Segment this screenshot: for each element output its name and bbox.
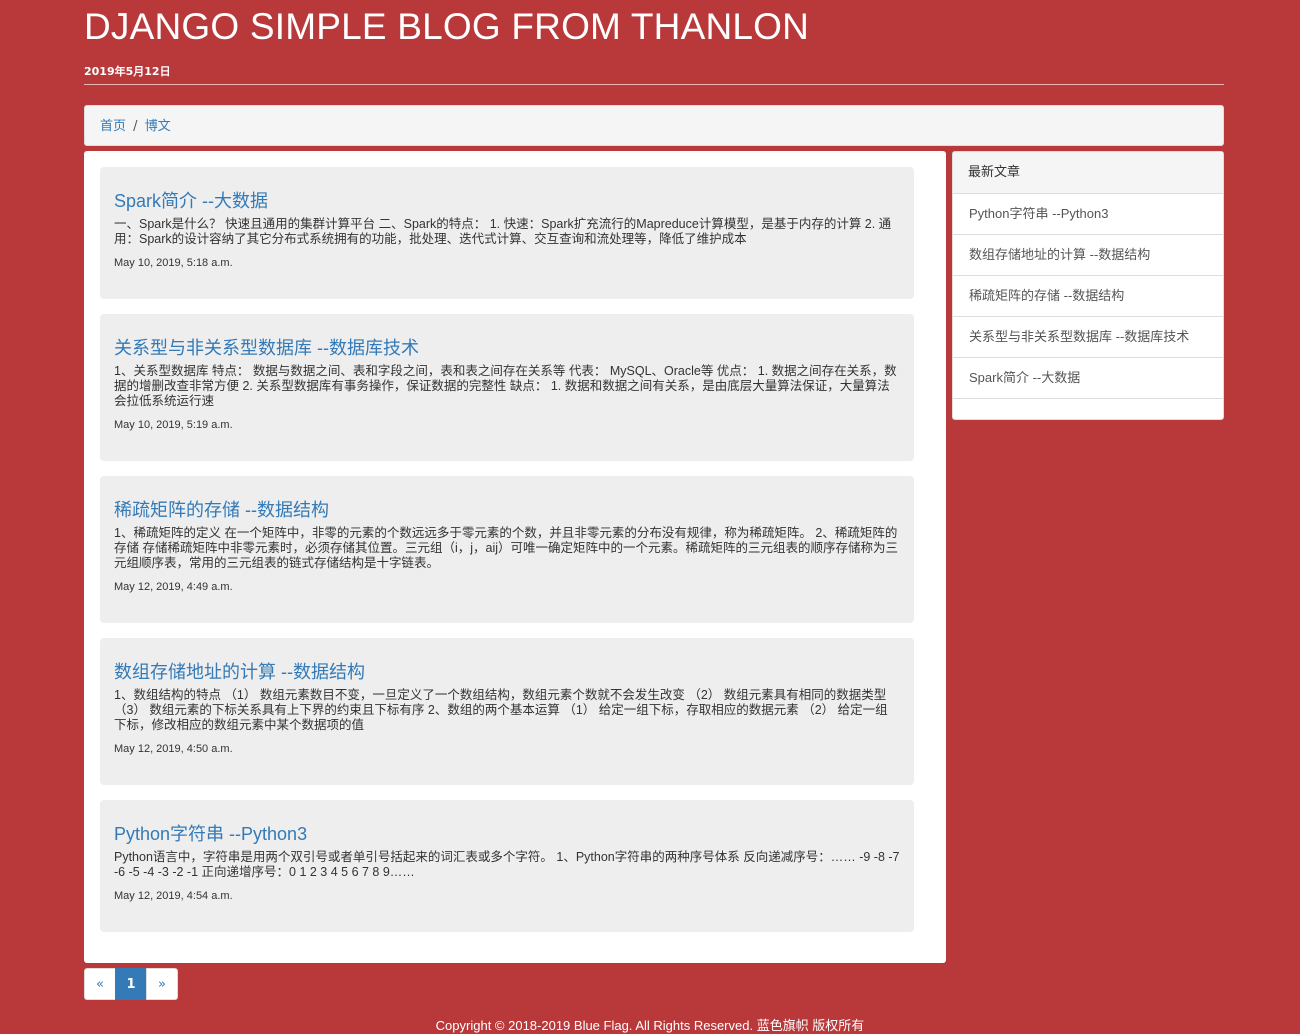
post-excerpt: 1、稀疏矩阵的定义 在一个矩阵中，非零的元素的个数远远多于零元素的个数，并且非零… (114, 526, 899, 570)
recent-posts-sidebar: 最新文章 Python字符串 --Python3 数组存储地址的计算 --数据结… (952, 151, 1224, 420)
post-excerpt: 一、Spark是什么？ 快速且通用的集群计算平台 二、Spark的特点： 1. … (114, 217, 892, 246)
post-card: 稀疏矩阵的存储 --数据结构 1、稀疏矩阵的定义 在一个矩阵中，非零的元素的个数… (100, 476, 914, 623)
sidebar-item[interactable]: 关系型与非关系型数据库 --数据库技术 (953, 317, 1223, 358)
header-divider (84, 84, 1224, 85)
post-date: May 12, 2019, 4:49 a.m. (114, 581, 233, 593)
pagination-prev-button[interactable]: « (84, 968, 116, 1000)
sidebar-item[interactable]: Spark简介 --大数据 (953, 358, 1223, 399)
post-title-link[interactable]: Spark简介 --大数据 (114, 189, 900, 213)
post-card: Python字符串 --Python3 Python语言中，字符串是用两个双引号… (100, 800, 914, 932)
post-date: May 12, 2019, 4:54 a.m. (114, 890, 233, 902)
post-date: May 10, 2019, 5:18 a.m. (114, 257, 233, 269)
post-excerpt: 1、数组结构的特点 （1） 数组元素数目不变，一旦定义了一个数组结构，数组元素个… (114, 688, 888, 732)
sidebar-item[interactable]: 稀疏矩阵的存储 --数据结构 (953, 276, 1223, 317)
pagination: « 1 » (84, 968, 178, 1001)
recent-posts-list: Python字符串 --Python3 数组存储地址的计算 --数据结构 稀疏矩… (953, 194, 1223, 399)
sidebar-item[interactable]: 数组存储地址的计算 --数据结构 (953, 235, 1223, 276)
post-date: May 10, 2019, 5:19 a.m. (114, 419, 233, 431)
post-list-panel: Spark简介 --大数据 一、Spark是什么？ 快速且通用的集群计算平台 二… (84, 151, 946, 963)
sidebar-item[interactable]: Python字符串 --Python3 (953, 194, 1223, 235)
breadcrumb: 首页 / 博文 (84, 105, 1224, 146)
site-footer: Copyright © 2018-2019 Blue Flag. All Rig… (435, 1018, 865, 1033)
site-date: 2019年5月12日 (84, 65, 171, 78)
post-card: Spark简介 --大数据 一、Spark是什么？ 快速且通用的集群计算平台 二… (100, 167, 914, 299)
post-date: May 12, 2019, 4:50 a.m. (114, 743, 233, 755)
pagination-page-1-button[interactable]: 1 (115, 968, 147, 1000)
post-title-link[interactable]: Python字符串 --Python3 (114, 822, 900, 846)
post-title-link[interactable]: 数组存储地址的计算 --数据结构 (114, 660, 900, 684)
breadcrumb-home-link[interactable]: 首页 (100, 119, 126, 134)
post-excerpt: Python语言中，字符串是用两个双引号或者单引号括起来的词汇表或多个字符。 1… (114, 850, 900, 879)
post-title-link[interactable]: 稀疏矩阵的存储 --数据结构 (114, 498, 900, 522)
pagination-next-button[interactable]: » (146, 968, 178, 1000)
post-card: 数组存储地址的计算 --数据结构 1、数组结构的特点 （1） 数组元素数目不变，… (100, 638, 914, 785)
post-card: 关系型与非关系型数据库 --数据库技术 1、关系型数据库 特点： 数据与数据之间… (100, 314, 914, 461)
site-header: DJANGO SIMPLE BLOG FROM THANLON 2019年5月1… (84, 0, 1224, 79)
post-excerpt: 1、关系型数据库 特点： 数据与数据之间、表和字段之间，表和表之间存在关系等 代… (114, 364, 897, 408)
post-title-link[interactable]: 关系型与非关系型数据库 --数据库技术 (114, 336, 900, 360)
site-title: DJANGO SIMPLE BLOG FROM THANLON (84, 6, 810, 47)
breadcrumb-separator: / (133, 119, 138, 134)
breadcrumb-current-link[interactable]: 博文 (145, 119, 171, 134)
sidebar-heading: 最新文章 (953, 152, 1223, 194)
